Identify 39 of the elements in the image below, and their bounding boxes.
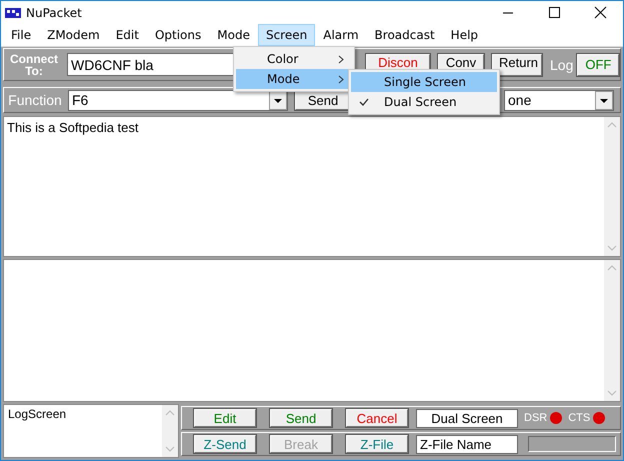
menu-item[interactable]: Single Screen [351, 72, 497, 92]
window-title: NuPacket [26, 6, 82, 20]
scroll-down-icon[interactable] [165, 444, 175, 454]
app-icon [5, 6, 21, 20]
scroll-down-icon[interactable] [607, 388, 617, 398]
dropdown[interactable]: one [504, 90, 614, 110]
action-button[interactable]: Edit [194, 409, 256, 427]
action-button[interactable]: Z-File [346, 435, 408, 453]
menu-item[interactable]: Mode [209, 24, 258, 46]
menu-item[interactable]: Help [442, 24, 486, 46]
log-label: Log [550, 56, 574, 72]
menu-item[interactable]: Edit [108, 24, 147, 46]
terminal-text: This is a Softpedia test [6, 119, 140, 137]
menu-item[interactable]: Options [146, 24, 210, 46]
indicator-label: CTS [568, 412, 590, 424]
chevron-right-icon [338, 74, 344, 84]
action-button[interactable]: Send [270, 409, 332, 427]
mode-field: Dual Screen [416, 408, 518, 428]
action-button[interactable]: Z-Send [194, 435, 256, 453]
connect-label: Connect To: [9, 52, 59, 76]
menu-item[interactable]: Dual Screen [351, 92, 497, 112]
chevron-right-icon [338, 54, 344, 64]
dropdown[interactable]: F6 [68, 90, 288, 110]
file-name-field[interactable]: Z-File Name [416, 434, 518, 454]
log-screen-text: LogScreen [7, 406, 68, 423]
checkmark-icon [359, 98, 369, 106]
menu-item[interactable]: ZModem [39, 24, 108, 46]
menu-item[interactable]: Screen [258, 24, 316, 46]
indicator-label: DSR [524, 412, 548, 424]
menu-item[interactable]: Alarm [315, 24, 367, 46]
function-label: Function [7, 92, 63, 108]
scroll-up-icon[interactable] [165, 408, 175, 418]
menu-item[interactable]: File [3, 24, 40, 46]
scroll-up-icon[interactable] [607, 263, 617, 273]
toolbar-button[interactable]: Return [492, 54, 542, 76]
scroll-down-icon[interactable] [607, 243, 617, 253]
menu-item[interactable]: Broadcast [366, 24, 443, 46]
log-toggle-button[interactable]: OFF [577, 54, 620, 76]
scroll-up-icon[interactable] [607, 120, 617, 130]
